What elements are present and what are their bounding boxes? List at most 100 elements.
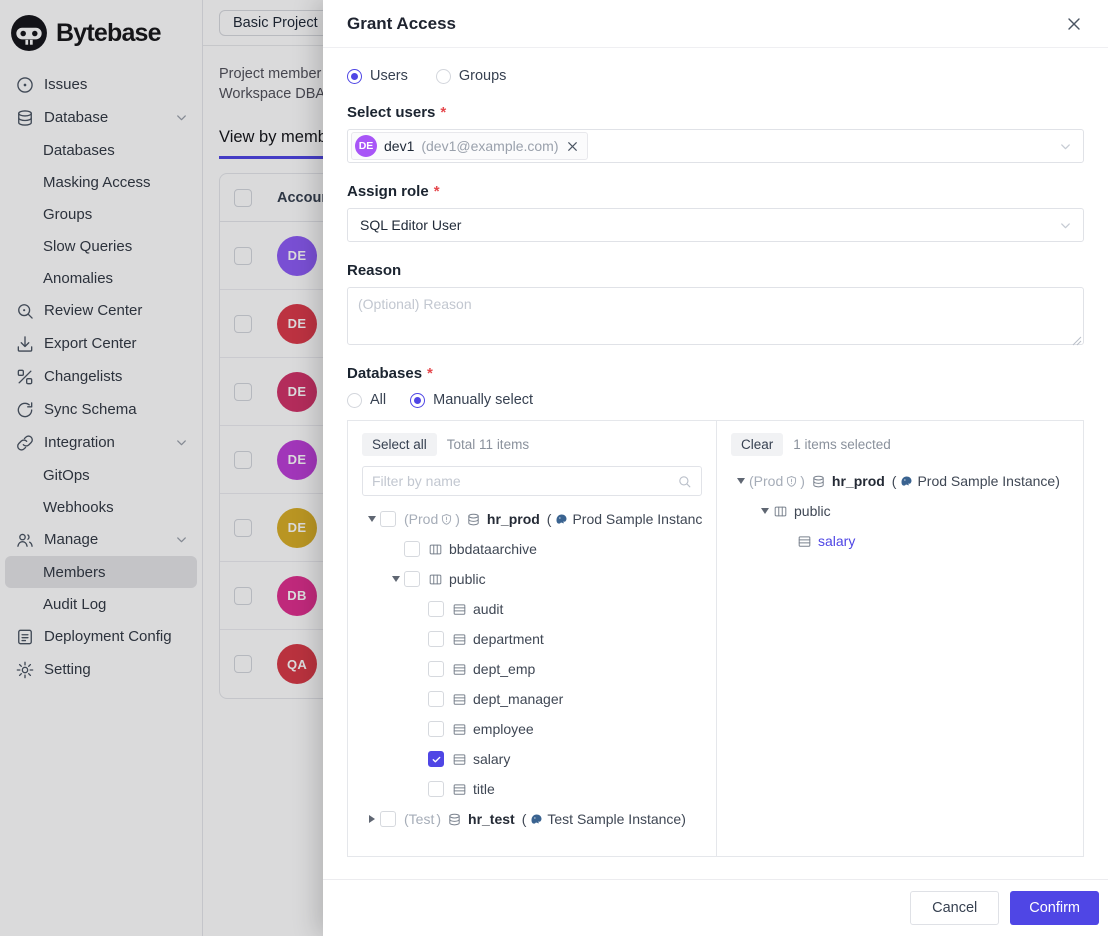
assign-role-label: Assign role* (347, 183, 1084, 200)
schema-icon (428, 542, 443, 557)
databases-label: Databases* (347, 365, 1084, 382)
schema-icon (773, 504, 788, 519)
close-icon[interactable] (1064, 14, 1084, 34)
checkbox-unchecked[interactable] (404, 571, 420, 587)
instance-label: (Prod Sample Instance) (892, 473, 1060, 489)
caret-spacer (412, 601, 428, 617)
environment-label: (Test) (404, 811, 441, 827)
shield-icon (785, 475, 798, 488)
chevron-down-icon (1058, 139, 1073, 154)
checkbox-checked[interactable] (428, 751, 444, 767)
table-icon (452, 602, 467, 617)
checkbox-unchecked[interactable] (428, 631, 444, 647)
caret-down-icon[interactable] (364, 511, 380, 527)
grant-access-modal: Grant Access UsersGroups Select users* D… (323, 0, 1108, 936)
radio-icon[interactable] (436, 69, 451, 84)
chip-remove-icon[interactable] (566, 140, 579, 153)
postgres-icon (529, 812, 544, 827)
reason-field (347, 287, 1084, 345)
tree-node-title[interactable]: title (362, 774, 702, 804)
tree-node-bbdataarchive[interactable]: bbdataarchive (362, 534, 702, 564)
clear-button[interactable]: Clear (731, 433, 783, 456)
databases-scope-radio-all[interactable]: All (347, 392, 386, 408)
caret-spacer (412, 661, 428, 677)
database-icon (811, 474, 826, 489)
caret-down-icon[interactable] (757, 503, 773, 519)
databases-scope-radio-manually-select[interactable]: Manually select (410, 392, 533, 408)
tree-node-dept-manager[interactable]: dept_manager (362, 684, 702, 714)
radio-icon[interactable] (347, 69, 362, 84)
screen: Bytebase IssuesDatabaseDatabasesMasking … (0, 0, 1108, 936)
checkbox-unchecked[interactable] (428, 721, 444, 737)
select-all-button[interactable]: Select all (362, 433, 437, 456)
required-asterisk: * (440, 104, 446, 121)
required-asterisk: * (434, 183, 440, 200)
reason-textarea[interactable] (347, 287, 1084, 345)
caret-down-icon[interactable] (388, 571, 404, 587)
caret-spacer (781, 533, 797, 549)
picker-source-header: Select all Total 11 items (362, 433, 702, 456)
modal-body: UsersGroups Select users* DE dev1 (dev1@… (323, 48, 1108, 879)
node-name: public (449, 571, 486, 587)
caret-down-icon[interactable] (733, 473, 749, 489)
assign-role-select[interactable]: SQL Editor User (347, 208, 1084, 242)
tree-node-hr-prod[interactable]: (Prod) hr_prod (Prod Sample Instance (362, 504, 702, 534)
search-icon (677, 474, 692, 489)
picker-selected-header: Clear 1 items selected (731, 433, 1069, 456)
database-tree: (Prod) hr_prod (Prod Sample Instance bbdata… (362, 504, 702, 834)
table-icon (452, 752, 467, 767)
node-name: hr_prod (487, 511, 540, 527)
tree-node-salary[interactable]: salary (731, 526, 1069, 556)
checkbox-unchecked[interactable] (428, 601, 444, 617)
checkbox-unchecked[interactable] (404, 541, 420, 557)
user-chip: DE dev1 (dev1@example.com) (351, 132, 588, 160)
tree-node-salary[interactable]: salary (362, 744, 702, 774)
radio-icon[interactable] (410, 393, 425, 408)
tree-node-public[interactable]: public (362, 564, 702, 594)
table-icon (452, 692, 467, 707)
radio-label: Manually select (433, 392, 533, 408)
tree-node-hr-prod[interactable]: (Prod)hr_prod(Prod Sample Instance) (731, 466, 1069, 496)
caret-right-icon[interactable] (364, 811, 380, 827)
select-users-input[interactable]: DE dev1 (dev1@example.com) (347, 129, 1084, 163)
tree-node-hr-test[interactable]: (Test)hr_test(Test Sample Instance) (362, 804, 702, 834)
table-icon (452, 662, 467, 677)
confirm-button[interactable]: Confirm (1010, 891, 1099, 925)
filter-field (362, 466, 702, 496)
cancel-button[interactable]: Cancel (910, 891, 999, 925)
node-name: dept_manager (473, 691, 563, 707)
checkbox-unchecked[interactable] (428, 781, 444, 797)
principal-type-radio-users[interactable]: Users (347, 68, 408, 84)
selected-tree: (Prod)hr_prod(Prod Sample Instance)publi… (731, 466, 1069, 556)
caret-spacer (388, 541, 404, 557)
tree-node-public[interactable]: public (731, 496, 1069, 526)
checkbox-unchecked[interactable] (380, 811, 396, 827)
assign-role-value: SQL Editor User (360, 217, 461, 233)
filter-input[interactable] (372, 473, 677, 489)
node-name: department (473, 631, 544, 647)
user-chip-name: dev1 (384, 138, 414, 154)
schema-icon (428, 572, 443, 587)
checkbox-unchecked[interactable] (428, 661, 444, 677)
caret-spacer (412, 631, 428, 647)
database-icon (447, 812, 462, 827)
radio-icon[interactable] (347, 393, 362, 408)
tree-node-dept-emp[interactable]: dept_emp (362, 654, 702, 684)
node-name: title (473, 781, 495, 797)
databases-scope-radio-group: All Manually select (347, 392, 1084, 408)
user-chip-email: (dev1@example.com) (421, 138, 558, 154)
principal-type-radio-groups[interactable]: Groups (436, 68, 507, 84)
instance-label: (Test Sample Instance) (522, 811, 686, 827)
resize-grip-icon[interactable] (1072, 333, 1082, 343)
tree-node-department[interactable]: department (362, 624, 702, 654)
checkbox-unchecked[interactable] (428, 691, 444, 707)
tree-node-audit[interactable]: audit (362, 594, 702, 624)
caret-spacer (412, 721, 428, 737)
checkbox-unchecked[interactable] (380, 511, 396, 527)
database-icon (466, 512, 481, 527)
environment-label: (Prod) (404, 511, 460, 527)
reason-label: Reason (347, 262, 1084, 279)
database-picker-selected: Clear 1 items selected (Prod)hr_prod(Pro… (717, 421, 1083, 856)
tree-node-employee[interactable]: employee (362, 714, 702, 744)
instance-label: (Prod Sample Instance (547, 511, 702, 527)
